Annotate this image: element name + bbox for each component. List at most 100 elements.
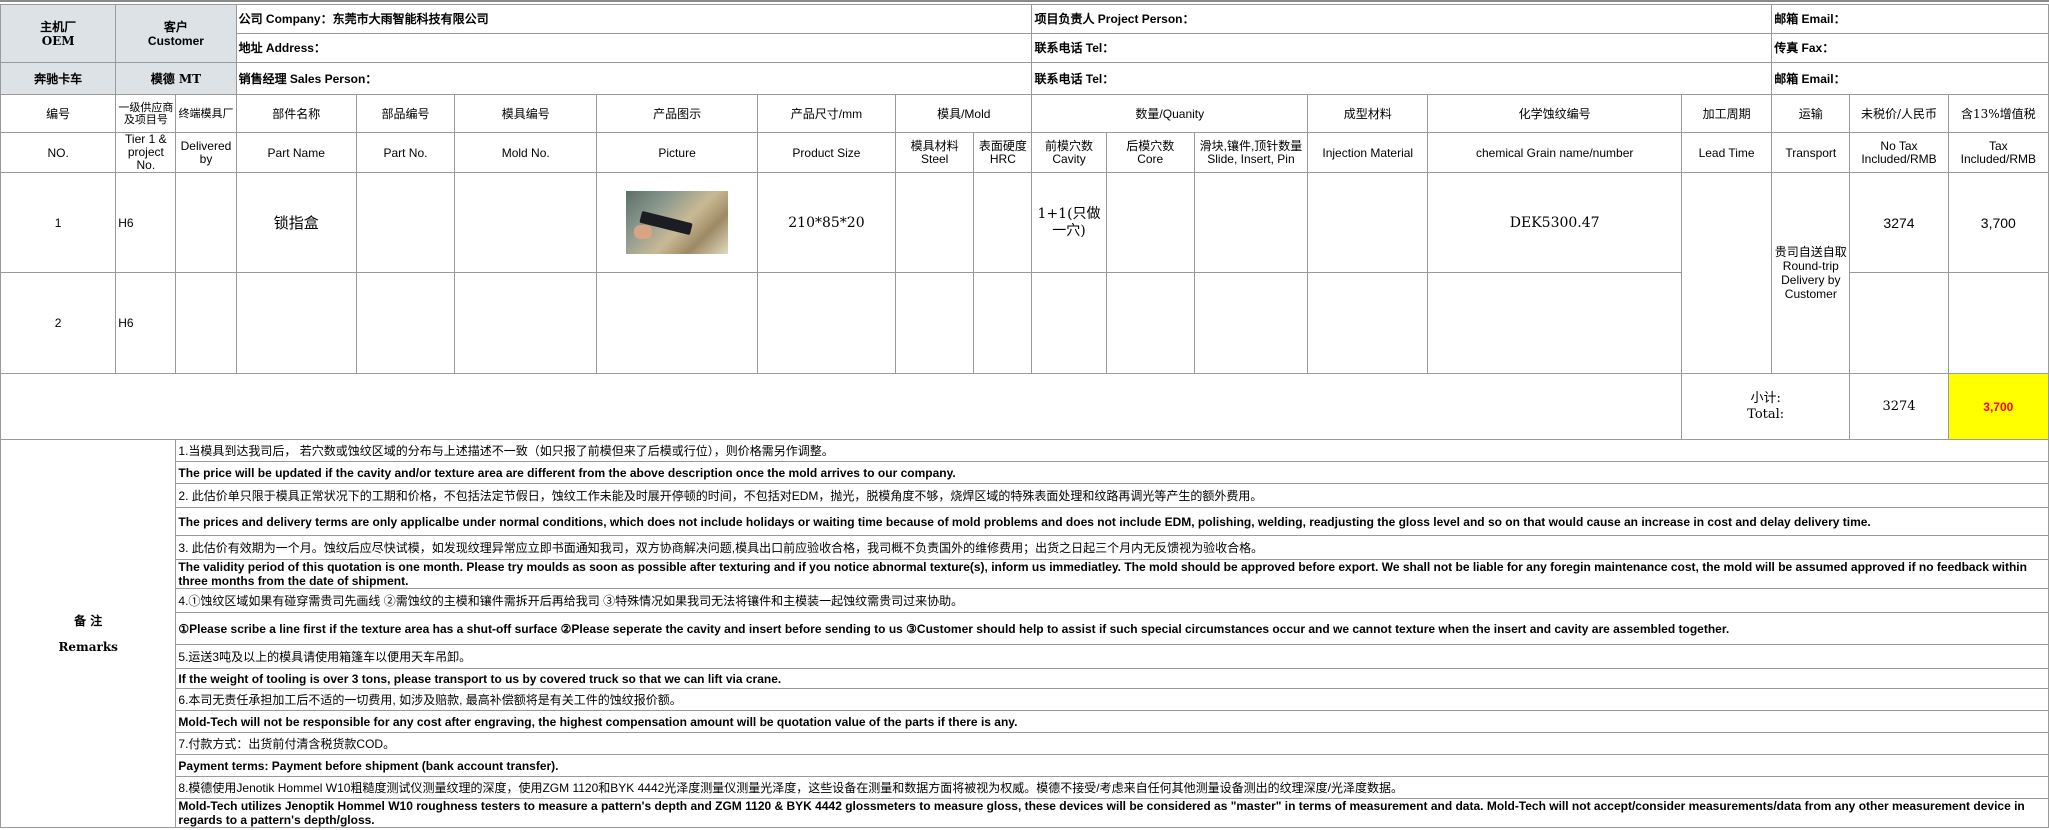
- subtotal-no-tax: 3274: [1849, 373, 1949, 440]
- top-border: [0, 0, 2049, 2]
- col-en-transport: Transport: [1771, 132, 1851, 173]
- row-hrc: [973, 172, 1033, 273]
- remark-line: 6.本司无责任承担加工后不适的一切费用, 如涉及赔款, 最高补偿额将是有关工件的…: [175, 688, 2049, 711]
- col-en-tier: Tier 1 & project No.: [115, 132, 177, 173]
- row-tier: H6: [115, 172, 177, 273]
- subtotal-label: 小计: Total:: [1680, 373, 1851, 440]
- col-en-size: Product Size: [756, 132, 897, 173]
- row-material: [1307, 272, 1429, 374]
- row-steel: [895, 272, 975, 374]
- col-en-lead-time: Lead Time: [1680, 132, 1773, 173]
- col-cn-picture: 产品图示: [596, 94, 758, 133]
- remark-line: The validity period of this quotation is…: [175, 559, 2049, 589]
- col-en-no-tax: No Tax Included/RMB: [1849, 132, 1949, 173]
- row-no: 1: [0, 172, 117, 273]
- remark-line: 5.运送3吨及以上的模具请使用箱篷车以便用天车吊卸。: [175, 644, 2049, 669]
- row-cavity: 1+1(只做一穴): [1031, 172, 1107, 273]
- col-en-tax: Tax Included/RMB: [1947, 132, 2049, 173]
- customer-value: 模德 MT: [115, 62, 237, 95]
- col-en-hrc: 表面硬度 HRC: [973, 132, 1033, 173]
- col-cn-part-name: 部件名称: [235, 94, 357, 133]
- col-en-part-name: Part Name: [235, 132, 357, 173]
- row-tax: [1947, 272, 2049, 374]
- email-field-2: 邮箱 Email：: [1771, 62, 2049, 95]
- subtotal-row: 小计: Total: 3274 3,700: [0, 373, 2049, 440]
- subtotal-tax: 3,700: [1947, 373, 2049, 440]
- row-core: [1105, 272, 1195, 374]
- row-steel: [895, 172, 975, 273]
- remark-line: 8.模德使用Jenotik Hommel W10粗糙度测试仪测量纹理的深度，使用…: [175, 776, 2049, 799]
- row-core: [1105, 172, 1195, 273]
- col-en-cavity: 前模穴数 Cavity: [1031, 132, 1107, 173]
- remark-line: The prices and delivery terms are only a…: [175, 507, 2049, 536]
- row-mold-no: [454, 172, 598, 273]
- customer-label: 客户 Customer: [115, 4, 237, 63]
- row-grain: DEK5300.47: [1427, 172, 1682, 273]
- row-slide: [1193, 272, 1309, 374]
- company-field: 公司 Company：东莞市大雨智能科技有限公司: [235, 4, 1033, 34]
- col-en-core: 后模穴数 Core: [1105, 132, 1195, 173]
- row-part-name: [235, 272, 357, 374]
- table-row: 1 H6 锁指盒 210*85*20 1+1(只做一穴) DEK5300.47 …: [0, 172, 2049, 374]
- row-mold-no: [454, 272, 598, 374]
- row-part-name: 锁指盒: [235, 172, 357, 273]
- col-cn-mold: 模具/Mold: [895, 94, 1033, 133]
- row-no-tax: 3274: [1849, 172, 1949, 273]
- col-en-mold-no: Mold No.: [454, 132, 598, 173]
- col-cn-size: 产品尺寸/mm: [756, 94, 897, 133]
- remark-line: 1.当模具到达我司后， 若穴数或蚀纹区域的分布与上述描述不一致（如只报了前模但来…: [175, 439, 2049, 462]
- col-cn-tax: 含13%增值税: [1947, 94, 2049, 133]
- col-cn-material: 成型材料: [1307, 94, 1429, 133]
- row-cavity: [1031, 272, 1107, 374]
- row-delivered: [175, 272, 237, 374]
- quotation-sheet: 主机厂 OEM 客户 Customer 公司 Company：东莞市大雨智能科技…: [0, 4, 2049, 828]
- row-tax: 3,700: [1947, 172, 2049, 273]
- remark-line: Mold-Tech utilizes Jenoptik Hommel W10 r…: [175, 798, 2049, 828]
- col-cn-grain: 化学蚀纹编号: [1427, 94, 1682, 133]
- tel-field-1: 联系电话 Tel：: [1031, 33, 1773, 63]
- col-en-steel: 模具材料 Steel: [895, 132, 975, 173]
- remark-line: 2. 此估价单只限于模具正常状况下的工期和价格，不包括法定节假日，蚀纹工作未能及…: [175, 483, 2049, 508]
- oem-label: 主机厂 OEM: [0, 4, 117, 63]
- col-cn-transport: 运输: [1771, 94, 1851, 133]
- row-grain: [1427, 272, 1682, 374]
- subtotal-blank: [0, 373, 1682, 440]
- remark-line: 3. 此估价有效期为一个月。蚀纹后应尽快试模，如发现纹理异常应立即书面通知我司，…: [175, 535, 2049, 560]
- row-picture: [596, 172, 758, 273]
- row-material: [1307, 172, 1429, 273]
- row-picture: [596, 272, 758, 374]
- col-cn-delivered: 终端模具厂: [175, 94, 237, 133]
- product-photo: [626, 191, 729, 254]
- tel-field-2: 联系电话 Tel：: [1031, 62, 1773, 95]
- col-en-part-no: Part No.: [355, 132, 456, 173]
- oem-value: 奔驰卡车: [0, 62, 117, 95]
- col-en-picture: Picture: [596, 132, 758, 173]
- col-en-grain: chemical Grain name/number: [1427, 132, 1682, 173]
- row-part-no: [355, 172, 456, 273]
- sales-person-field: 销售经理 Sales Person：: [235, 62, 1033, 95]
- col-cn-part-no: 部品编号: [355, 94, 456, 133]
- row-no-tax: [1849, 272, 1949, 374]
- remark-line: 7.付款方式：出货前付清含税货款COD。: [175, 732, 2049, 755]
- col-cn-lead-time: 加工周期: [1680, 94, 1773, 133]
- col-cn-mold-no: 模具编号: [454, 94, 598, 133]
- row-slide: [1193, 172, 1309, 273]
- col-en-slide: 滑块,镶件,顶针数量 Slide, Insert, Pin: [1193, 132, 1309, 173]
- col-cn-quantity: 数量/Quanity: [1031, 94, 1309, 133]
- row-tier: H6: [115, 272, 177, 374]
- row-no: 2: [0, 272, 117, 374]
- project-person-field: 项目负责人 Project Person：: [1031, 4, 1773, 34]
- col-cn-no: 编号: [0, 94, 117, 133]
- col-cn-tier: 一级供应商及项目号: [115, 94, 177, 133]
- row-delivered: [175, 172, 237, 273]
- row-size: [756, 272, 897, 374]
- col-cn-no-tax: 未税价/人民币: [1849, 94, 1949, 133]
- col-en-no: NO.: [0, 132, 117, 173]
- lead-time-cell: [1680, 172, 1773, 374]
- remark-line: If the weight of tooling is over 3 tons,…: [175, 668, 2049, 689]
- remark-line: The price will be updated if the cavity …: [175, 461, 2049, 484]
- address-field: 地址 Address：: [235, 33, 1033, 63]
- row-part-no: [355, 272, 456, 374]
- transport-cell: 贵司自送自取 Round-trip Delivery by Customer: [1771, 172, 1851, 374]
- fax-field: 传真 Fax：: [1771, 33, 2049, 63]
